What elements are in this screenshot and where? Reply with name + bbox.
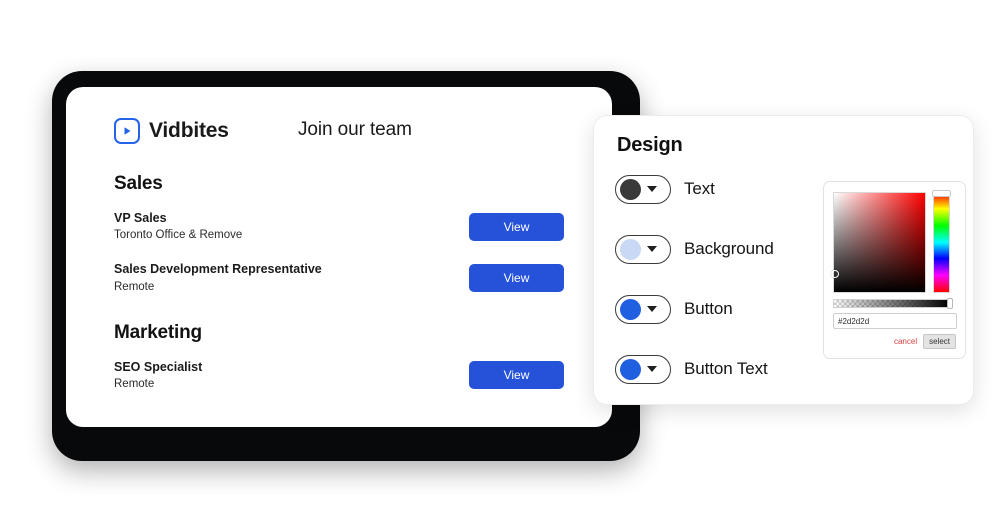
alpha-slider-handle[interactable] — [947, 298, 953, 309]
job-location: Remote — [114, 377, 155, 390]
brand-logo-group[interactable]: Vidbites — [114, 118, 229, 144]
color-swatch-dropdown-background[interactable] — [615, 234, 671, 264]
color-preview-dot — [620, 298, 641, 320]
color-swatch-dropdown-button-text[interactable] — [615, 354, 671, 384]
color-swatch-dropdown-text[interactable] — [615, 174, 671, 204]
job-location: Toronto Office & Remove — [114, 229, 243, 242]
page-title: Join our team — [298, 119, 412, 140]
cancel-button[interactable]: cancel — [894, 337, 917, 346]
swatch-label: Button Text — [684, 359, 768, 378]
job-location: Remote — [114, 280, 155, 293]
swatch-row-text: Text — [615, 173, 820, 205]
job-title: SEO Specialist — [114, 359, 203, 374]
tablet-device-frame: Vidbites Join our team Sales VP Sales To… — [52, 71, 640, 461]
chevron-down-icon — [647, 186, 657, 192]
job-info: Sales Development Representative Remote — [114, 260, 322, 295]
chevron-down-icon — [647, 366, 657, 372]
design-panel: Design Text Background Button Button Tex… — [593, 115, 974, 405]
chevron-down-icon — [647, 246, 657, 252]
select-button[interactable]: select — [923, 334, 956, 349]
swatch-label: Background — [684, 239, 774, 258]
hue-slider[interactable] — [932, 190, 951, 293]
job-title: VP Sales — [114, 211, 167, 225]
color-swatch-dropdown-button[interactable] — [615, 294, 671, 324]
alpha-slider[interactable] — [833, 298, 953, 309]
job-row: SEO Specialist Remote View — [114, 358, 564, 393]
swatch-row-button-text: Button Text — [615, 353, 820, 385]
job-row: Sales Development Representative Remote … — [114, 260, 564, 295]
tablet-screen: Vidbites Join our team Sales VP Sales To… — [66, 87, 612, 427]
view-job-button[interactable]: View — [469, 361, 564, 390]
color-picker-gradients — [831, 190, 951, 293]
hex-color-input[interactable] — [833, 313, 957, 329]
job-info: VP Sales Toronto Office & Remove — [114, 209, 242, 244]
color-swatch-list: Text Background Button Button Text — [615, 173, 820, 413]
play-square-icon — [114, 118, 140, 144]
job-listings: Sales VP Sales Toronto Office & Remove V… — [66, 173, 612, 419]
saturation-value-handle[interactable] — [831, 270, 839, 278]
site-header: Vidbites Join our team — [66, 87, 612, 161]
color-preview-dot — [620, 178, 641, 200]
job-title: Sales Development Representative — [114, 262, 322, 277]
hue-slider-handle[interactable] — [932, 190, 951, 197]
brand-name: Vidbites — [149, 119, 229, 142]
color-preview-dot — [620, 238, 641, 260]
view-job-button[interactable]: View — [469, 212, 564, 241]
color-picker-actions: cancel select — [894, 334, 956, 349]
swatch-label: Text — [684, 179, 715, 198]
saturation-value-field[interactable] — [831, 192, 926, 293]
job-info: SEO Specialist Remote — [114, 358, 202, 393]
color-picker-popover: cancel select — [823, 181, 966, 359]
color-preview-dot — [620, 358, 641, 380]
department-title: Sales — [114, 173, 163, 194]
design-panel-title: Design — [617, 134, 683, 156]
department-title: Marketing — [114, 321, 202, 343]
view-job-button[interactable]: View — [469, 264, 564, 293]
swatch-label: Button — [684, 299, 733, 318]
swatch-row-button: Button — [615, 293, 820, 325]
job-row: VP Sales Toronto Office & Remove View — [114, 209, 564, 244]
swatch-row-background: Background — [615, 233, 820, 265]
screenshot-root: Vidbites Join our team Sales VP Sales To… — [0, 0, 1000, 532]
chevron-down-icon — [647, 306, 657, 312]
department-section-marketing: Marketing SEO Specialist Remote View — [114, 322, 564, 393]
department-section-sales: Sales VP Sales Toronto Office & Remove V… — [114, 173, 564, 296]
